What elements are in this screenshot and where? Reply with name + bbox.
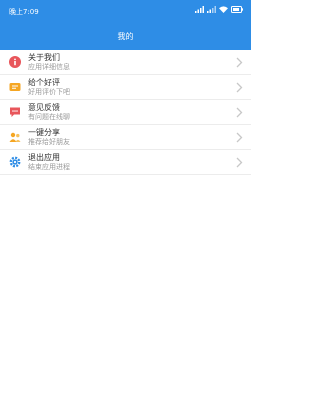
status-icons [195,6,243,13]
menu-item-feedback[interactable]: 意见反馈 有问题在线聊 [0,100,251,125]
info-icon [9,56,21,68]
menu-item-subtitle: 有问题在线聊 [28,113,70,121]
chevron-right-icon [235,82,243,93]
signal-icon [195,6,204,13]
page-title: 我的 [117,32,134,41]
menu-item-about[interactable]: 关于我们 应用详细信息 [0,50,251,75]
chevron-right-icon [235,107,243,118]
menu-item-rate[interactable]: 给个好评 好用评价下吧 [0,75,251,100]
settings-menu: 关于我们 应用详细信息 给个好评 好用评价下吧 意见反馈 有问题在线聊 一键分享… [0,50,251,175]
rate-icon [9,81,21,93]
menu-item-exit[interactable]: 退出应用 结束应用进程 [0,150,251,175]
menu-item-subtitle: 结束应用进程 [28,163,70,171]
app-bar: 我的 [0,24,251,50]
menu-item-subtitle: 应用详细信息 [28,63,70,71]
signal-icon [207,6,216,13]
feedback-icon [9,106,21,118]
chevron-right-icon [235,157,243,168]
menu-item-subtitle: 推荐给好朋友 [28,138,70,146]
chevron-right-icon [235,57,243,68]
wifi-icon [219,6,228,13]
status-bar: 晚上7:09 [0,0,251,24]
menu-item-title: 退出应用 [28,153,60,162]
menu-item-title: 意见反馈 [28,103,60,112]
menu-item-title: 给个好评 [28,78,60,87]
menu-item-subtitle: 好用评价下吧 [28,88,70,96]
menu-item-title: 一键分享 [28,128,60,137]
menu-item-title: 关于我们 [28,53,60,62]
settings-icon [9,156,21,168]
status-time: 晚上7:09 [9,8,39,16]
chevron-right-icon [235,132,243,143]
menu-item-share[interactable]: 一键分享 推荐给好朋友 [0,125,251,150]
battery-icon [231,6,243,13]
share-icon [9,131,21,143]
